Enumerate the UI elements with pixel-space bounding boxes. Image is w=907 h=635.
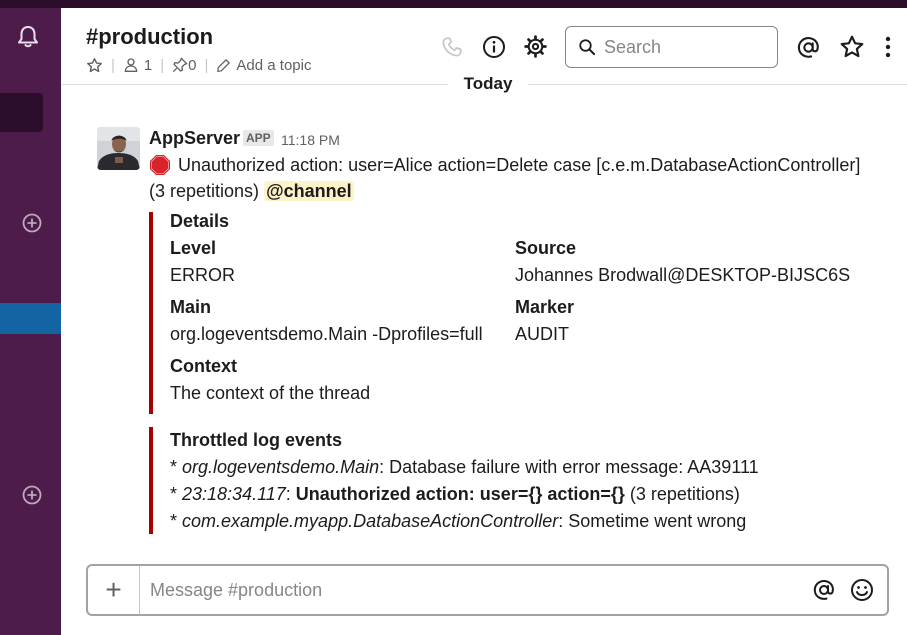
list-item: * com.example.myapp.DatabaseActionContro… xyxy=(170,511,747,531)
add-circle-icon[interactable] xyxy=(21,484,43,506)
message-composer: + xyxy=(86,564,889,616)
meta-separator: | xyxy=(160,56,165,74)
member-count[interactable]: 1 xyxy=(144,57,152,74)
add-circle-icon[interactable] xyxy=(21,212,43,234)
event-source: 23:18:34.117 xyxy=(182,484,286,504)
field-value: AUDIT xyxy=(515,324,569,344)
divider-line xyxy=(525,84,907,85)
channel-meta: | 1 | 0 | Add a topic xyxy=(86,56,311,74)
window-top-strip xyxy=(0,0,907,8)
repetitions-text: (3 repetitions) xyxy=(149,181,260,201)
attachment-title: Throttled log events xyxy=(170,430,343,450)
star-icon[interactable] xyxy=(839,34,865,60)
event-message: : Database failure with error message: A… xyxy=(379,457,759,477)
date-divider-label[interactable]: Today xyxy=(448,74,528,94)
event-source: org.logeventsdemo.Main xyxy=(182,457,380,477)
list-item: * org.logeventsdemo.Main: Database failu… xyxy=(170,457,759,477)
channel-title[interactable]: #production xyxy=(86,24,213,50)
message-input[interactable] xyxy=(150,577,790,603)
details-attachment: Details Level ERROR Source Johannes Brod… xyxy=(149,211,869,414)
phone-icon[interactable] xyxy=(441,36,463,58)
sidebar-workspace-item[interactable] xyxy=(0,93,43,132)
app-badge: APP xyxy=(243,130,274,146)
at-icon[interactable] xyxy=(796,35,821,60)
search-box[interactable] xyxy=(565,26,778,68)
message-author[interactable]: AppServer xyxy=(149,128,240,149)
field-label: Marker xyxy=(515,297,575,317)
message-text-line: Unauthorized action: user=Alice action=D… xyxy=(178,154,861,175)
search-input[interactable] xyxy=(604,36,764,58)
field-label: Level xyxy=(170,238,217,258)
attach-button[interactable]: + xyxy=(88,566,140,614)
message-timestamp[interactable]: 11:18 PM xyxy=(281,132,340,148)
field-label: Context xyxy=(170,356,237,376)
event-source: com.example.myapp.DatabaseActionControll… xyxy=(182,511,559,531)
star-icon[interactable] xyxy=(86,57,103,74)
pencil-icon[interactable] xyxy=(216,58,231,73)
channel-mention[interactable]: @channel xyxy=(264,181,354,201)
workspace-sidebar xyxy=(0,8,61,635)
avatar[interactable] xyxy=(97,127,140,170)
field-value: ERROR xyxy=(170,265,236,285)
member-icon[interactable] xyxy=(123,57,139,73)
meta-separator: | xyxy=(204,56,209,74)
bell-icon[interactable] xyxy=(15,24,41,50)
gear-icon[interactable] xyxy=(523,34,548,59)
pin-icon[interactable] xyxy=(172,57,188,73)
field-label: Main xyxy=(170,297,212,317)
field-value: org.logeventsdemo.Main -Dprofiles=full xyxy=(170,324,483,344)
pin-count[interactable]: 0 xyxy=(188,57,196,74)
more-vertical-icon[interactable] xyxy=(883,36,893,58)
search-icon xyxy=(579,39,596,56)
attachment-title: Details xyxy=(170,211,230,231)
message-text-continued: (3 repetitions) @channel xyxy=(149,181,354,202)
info-icon[interactable] xyxy=(482,35,506,59)
divider-line xyxy=(61,84,449,85)
field-value: The context of the thread xyxy=(170,383,371,403)
meta-separator: | xyxy=(111,56,115,74)
list-item: * 23:18:34.117: Unauthorized action: use… xyxy=(170,484,740,504)
field-label: Source xyxy=(515,238,577,258)
throttled-events-attachment: Throttled log events * org.logeventsdemo… xyxy=(149,427,869,534)
event-message: Unauthorized action: user={} action={} xyxy=(295,484,625,504)
message-text: Unauthorized action: user=Alice action=D… xyxy=(149,154,860,176)
stop-sign-icon xyxy=(150,155,170,175)
add-topic-link[interactable]: Add a topic xyxy=(236,57,311,74)
sidebar-item-production[interactable] xyxy=(0,303,61,334)
at-icon[interactable] xyxy=(812,578,836,602)
field-value: Johannes Brodwall@DESKTOP-BIJSC6S xyxy=(515,265,851,285)
emoji-icon[interactable] xyxy=(850,578,874,602)
event-message: : Sometime went wrong xyxy=(558,511,747,531)
